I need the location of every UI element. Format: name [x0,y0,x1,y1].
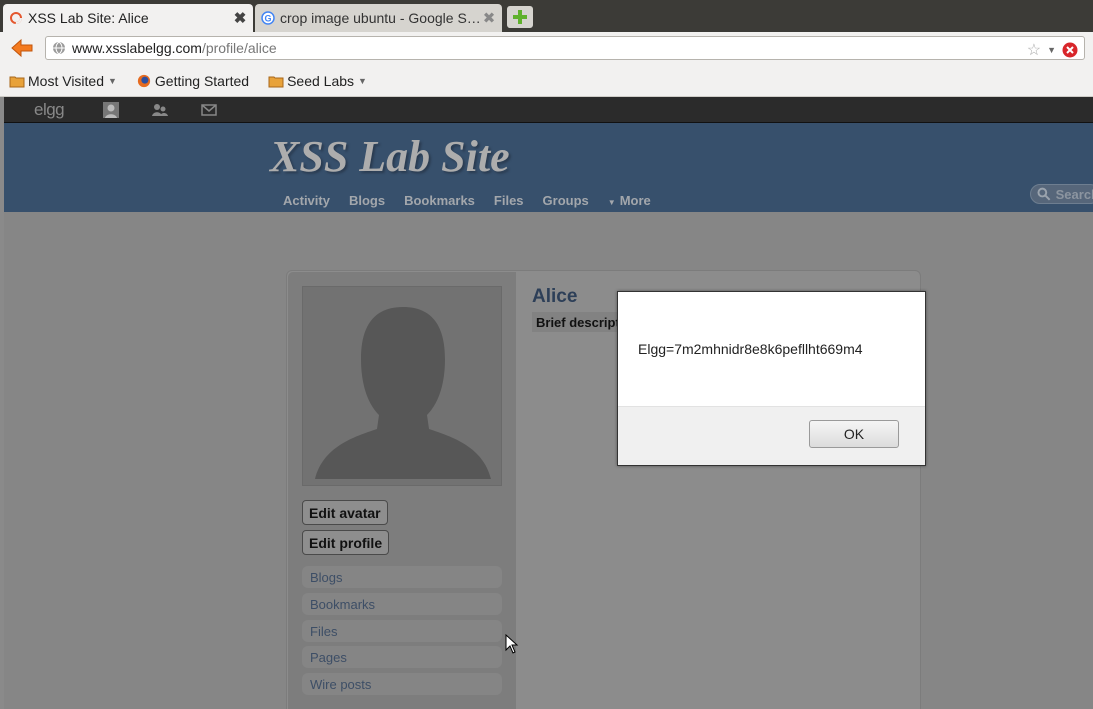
search-icon [1037,187,1051,201]
menu-item-files[interactable]: Files [494,193,524,208]
site-menu: Activity Blogs Bookmarks Files Groups ▼ M… [283,193,689,208]
tab-title: crop image ubuntu - Google Search [280,10,482,26]
folder-icon [268,76,284,88]
avatar [302,286,502,486]
bookmark-seed-labs[interactable]: Seed Labs ▼ [268,73,367,89]
firefox-icon [137,74,151,88]
url-bar[interactable]: www.xsslabelgg.com/profile/alice ☆ ▼ [45,36,1085,60]
search-placeholder: Search [1055,186,1093,202]
back-arrow-icon[interactable] [9,37,35,59]
elgg-logo[interactable]: elgg [34,100,65,120]
bookmark-star-icon[interactable]: ☆ [1027,40,1041,60]
bookmark-label: Getting Started [154,73,250,89]
url-path: /profile/alice [201,40,277,56]
stop-icon[interactable] [1062,42,1078,58]
google-icon: G [261,11,275,25]
mouse-cursor-icon [505,634,519,654]
chevron-down-icon: ▼ [108,76,117,86]
menu-item-bookmarks[interactable]: Bookmarks [404,193,475,208]
bookmark-label: Seed Labs [287,73,355,89]
tab-xss-lab[interactable]: XSS Lab Site: Alice ✖ [3,4,253,32]
svg-text:G: G [264,14,271,24]
loading-ring-icon [10,12,22,24]
friends-icon[interactable] [151,102,169,118]
menu-item-more[interactable]: ▼ More [608,193,670,208]
owner-menu-blogs[interactable]: Blogs [302,566,502,588]
tab-close-icon[interactable]: ✖ [233,9,247,27]
tab-strip: XSS Lab Site: Alice ✖ G crop image ubunt… [0,0,1093,32]
tab-close-icon[interactable]: ✖ [482,9,496,27]
navigation-toolbar: www.xsslabelgg.com/profile/alice ☆ ▼ [0,32,1093,66]
mail-icon[interactable] [200,102,218,118]
owner-menu-wire-posts[interactable]: Wire posts [302,673,502,695]
search-input[interactable]: Search [1030,184,1093,204]
owner-menu-files[interactable]: Files [302,620,502,642]
menu-item-activity[interactable]: Activity [283,193,330,208]
elgg-topbar: elgg [4,97,1093,123]
bookmark-label: Most Visited [28,73,104,89]
alert-dialog: Elgg=7m2mhnidr8e8k6pefllht669m4 OK [617,291,926,466]
menu-item-blogs[interactable]: Blogs [349,193,385,208]
triangle-down-icon: ▼ [607,198,616,207]
chevron-down-icon[interactable]: ▼ [1047,45,1056,55]
plus-icon [513,10,527,24]
profile-icon[interactable] [102,102,120,118]
bookmark-getting-started[interactable]: Getting Started [136,73,249,89]
menu-item-groups[interactable]: Groups [543,193,589,208]
owner-menu-bookmarks[interactable]: Bookmarks [302,593,502,615]
default-avatar-silhouette-icon [315,307,491,479]
globe-icon [53,41,65,55]
chevron-down-icon: ▼ [358,76,367,86]
ok-button[interactable]: OK [809,420,899,448]
more-label: More [619,193,651,208]
site-title[interactable]: XSS Lab Site [270,131,510,182]
edit-avatar-button[interactable]: Edit avatar [302,500,388,525]
tab-title: XSS Lab Site: Alice [28,10,149,26]
folder-icon [9,76,25,88]
url-domain: www.xsslabelgg.com [72,40,202,56]
alert-footer: OK [618,406,925,465]
edit-profile-button[interactable]: Edit profile [302,530,390,555]
site-header: XSS Lab Site Activity Blogs Bookmarks Fi… [4,123,1093,212]
owner-menu-pages[interactable]: Pages [302,646,502,668]
tab-google-search[interactable]: G crop image ubuntu - Google Search ✖ [255,4,502,32]
bookmark-most-visited[interactable]: Most Visited ▼ [9,73,117,89]
brief-description-label: Brief description [532,312,620,332]
bookmarks-toolbar: Most Visited ▼ Getting Started Seed Labs… [0,66,1093,97]
new-tab-button[interactable] [507,6,533,28]
alert-message: Elgg=7m2mhnidr8e8k6pefllht669m4 [638,341,863,357]
profile-name[interactable]: Alice [532,286,577,308]
